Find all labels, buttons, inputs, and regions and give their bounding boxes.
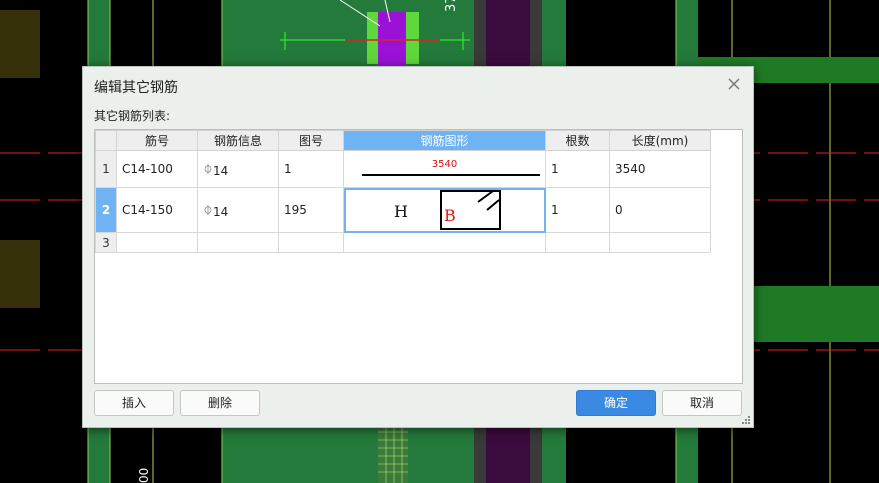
rebar-diameter: 14 <box>213 163 229 178</box>
rebar-info-cell[interactable] <box>197 232 279 253</box>
bar-number-cell[interactable]: C14-100 <box>116 150 198 188</box>
rebar-table: 筋号 钢筋信息 图号 钢筋图形 根数 长度(mm) 1 C14-100 ⏀14 … <box>95 130 711 253</box>
edit-other-rebar-dialog: 编辑其它钢筋 其它钢筋列表: 筋号 钢筋信息 图号 钢筋图形 根数 长度(mm) <box>82 66 754 428</box>
table-row[interactable]: 2 C14-150 ⏀14 195 H B 1 0 <box>95 187 711 233</box>
row-number[interactable]: 2 <box>95 187 117 233</box>
delete-button[interactable]: 删除 <box>180 390 260 416</box>
bar-number-cell[interactable]: C14-150 <box>116 187 198 233</box>
row-number[interactable]: 1 <box>95 150 117 188</box>
column-header-length[interactable]: 长度(mm) <box>609 130 711 151</box>
rebar-shape-cell[interactable] <box>343 232 546 253</box>
table-row[interactable]: 1 C14-100 ⏀14 1 3540 1 3540 <box>95 150 711 188</box>
column-header-rebar-shape[interactable]: 钢筋图形 <box>343 130 546 151</box>
rebar-grade-symbol: ⏀ <box>203 164 213 176</box>
column-header-figure-number[interactable]: 图号 <box>278 130 344 151</box>
length-cell[interactable] <box>609 232 711 253</box>
shape-height-label: H <box>394 202 408 221</box>
close-icon[interactable] <box>725 75 743 93</box>
rebar-info-cell[interactable]: ⏀14 <box>197 150 279 188</box>
olive-block <box>0 10 40 78</box>
length-cell[interactable]: 0 <box>609 187 711 233</box>
shape-width-label: B <box>444 206 456 225</box>
dimension-text: 00 <box>137 468 151 483</box>
column-header-rebar-info[interactable]: 钢筋信息 <box>197 130 279 151</box>
table-row[interactable]: 3 <box>95 232 711 253</box>
column-header-bar-number[interactable]: 筋号 <box>116 130 198 151</box>
dialog-title: 编辑其它钢筋 <box>94 80 178 96</box>
figure-number-cell[interactable]: 1 <box>278 150 344 188</box>
row-number[interactable]: 3 <box>95 232 117 253</box>
bar-number-cell[interactable] <box>116 232 198 253</box>
rebar-info-cell[interactable]: ⏀14 <box>197 187 279 233</box>
ok-button[interactable]: 确定 <box>576 390 656 416</box>
olive-block <box>0 240 40 308</box>
rebar-list-label: 其它钢筋列表: <box>94 109 171 123</box>
cancel-button[interactable]: 取消 <box>662 390 742 416</box>
length-cell[interactable]: 3540 <box>609 150 711 188</box>
resize-grip-icon[interactable] <box>741 415 751 425</box>
rebar-shape-cell[interactable]: H B <box>343 187 546 233</box>
count-cell[interactable]: 1 <box>545 187 610 233</box>
column-header-row-number <box>95 130 117 151</box>
column-header-count[interactable]: 根数 <box>545 130 610 151</box>
rebar-diameter: 14 <box>213 204 229 219</box>
shape-length-label: 3540 <box>431 159 458 170</box>
rebar-table-container: 筋号 钢筋信息 图号 钢筋图形 根数 长度(mm) 1 C14-100 ⏀14 … <box>94 129 743 384</box>
figure-number-cell[interactable]: 195 <box>278 187 344 233</box>
count-cell[interactable] <box>545 232 610 253</box>
figure-number-cell[interactable] <box>278 232 344 253</box>
dimension-text: 37 <box>444 0 459 12</box>
rebar-shape-cell[interactable]: 3540 <box>343 150 546 188</box>
count-cell[interactable]: 1 <box>545 150 610 188</box>
rebar-grade-symbol: ⏀ <box>203 205 213 217</box>
insert-button[interactable]: 插入 <box>94 390 174 416</box>
